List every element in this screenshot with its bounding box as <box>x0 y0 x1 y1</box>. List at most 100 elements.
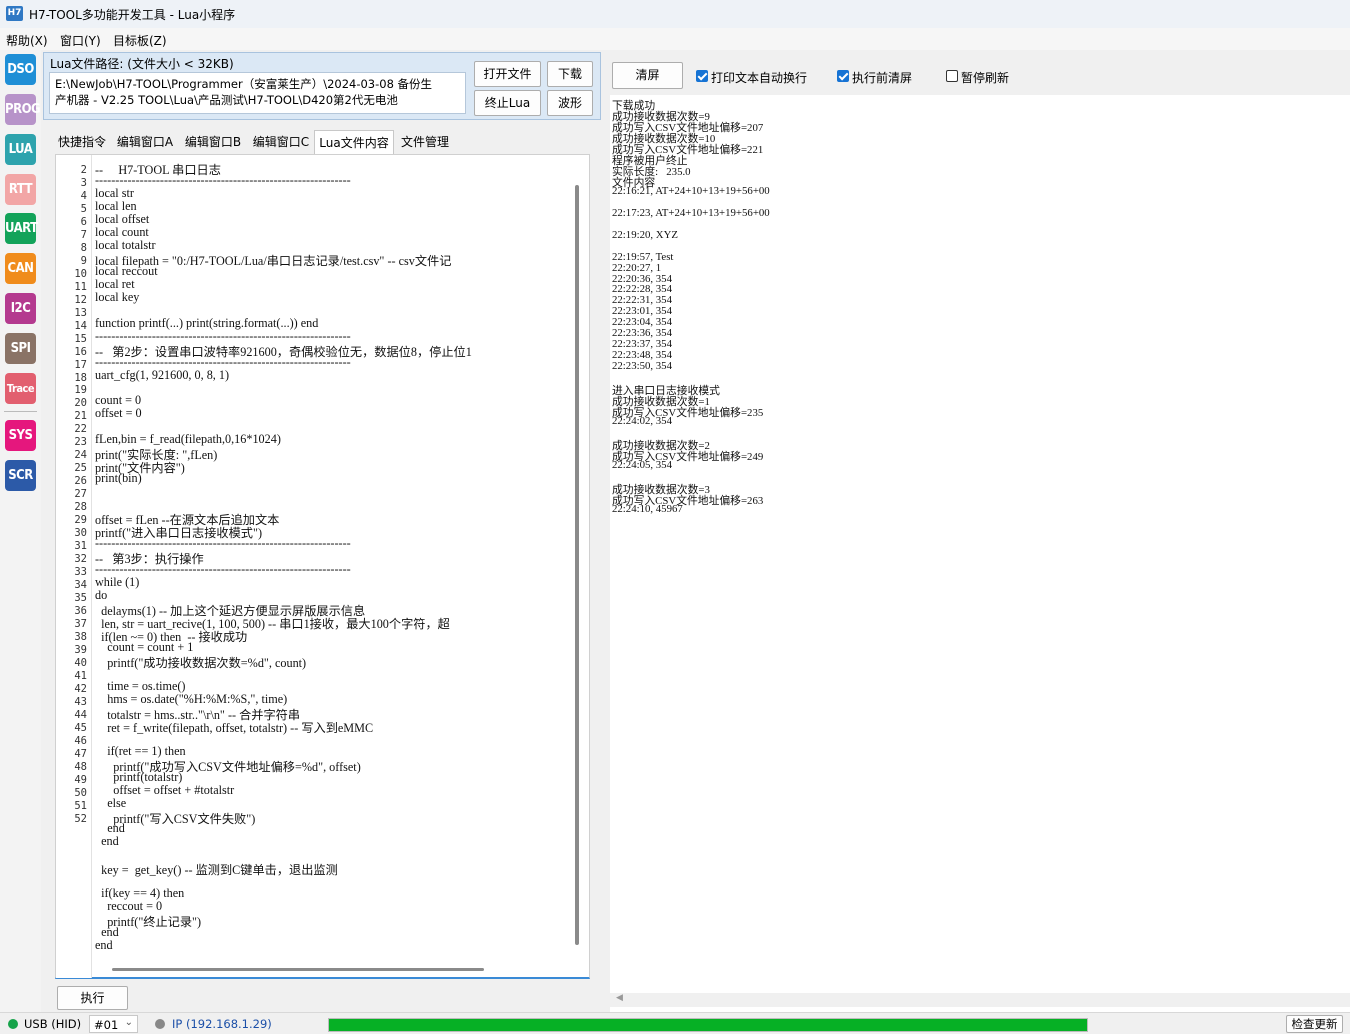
line-number: 21 <box>74 410 87 423</box>
waveform-button[interactable]: 波形 <box>547 90 593 116</box>
sidebar-sys-button[interactable]: SYS <box>5 420 36 451</box>
sidebar-lua-button[interactable]: LUA <box>5 134 36 165</box>
ip-status-dot-icon <box>155 1019 165 1029</box>
tab-edit-window-a[interactable]: 编辑窗口A <box>114 130 176 154</box>
file-path-field[interactable]: E:\NewJob\H7-TOOL\Programmer（安富莱生产）\2024… <box>49 72 466 114</box>
line-number: 50 <box>74 786 87 799</box>
code-line: end <box>95 834 119 849</box>
log-line: 22:19:20, XYZ <box>612 228 678 241</box>
line-number: 32 <box>74 553 87 566</box>
line-number: 13 <box>74 306 87 319</box>
line-number: 3 <box>80 176 87 189</box>
pause-refresh-checkbox[interactable] <box>946 70 958 82</box>
tab-lua-file-content[interactable]: Lua文件内容 <box>314 130 394 154</box>
clear-screen-button[interactable]: 清屏 <box>612 62 683 89</box>
file-path-label: Lua文件路径: (文件大小 < 32KB) <box>50 57 234 71</box>
line-number: 8 <box>80 241 87 254</box>
line-number: 38 <box>74 630 87 643</box>
line-number: 37 <box>74 617 87 630</box>
log-line: 22:16:21, AT+24+10+13+19+56+00 <box>612 184 770 197</box>
line-number: 19 <box>74 384 87 397</box>
line-number: 4 <box>80 189 87 202</box>
clear-before-run-checkbox[interactable] <box>837 70 849 82</box>
menu-target-board[interactable]: 目标板(Z) <box>113 32 167 49</box>
scroll-left-arrow-icon[interactable]: ◀ <box>616 993 623 1003</box>
sidebar-prog-button[interactable]: PROG <box>5 94 41 125</box>
editor-horizontal-scrollbar[interactable] <box>112 968 484 971</box>
line-number: 16 <box>74 345 87 358</box>
sidebar-rtt-button[interactable]: RTT <box>5 174 36 205</box>
line-number: 41 <box>74 669 87 682</box>
code-line: offset = 0 <box>95 406 142 421</box>
log-line: 22:23:50, 354 <box>612 360 672 373</box>
app-logo-icon: H7 <box>6 6 23 21</box>
tab-edit-window-c[interactable]: 编辑窗口C <box>250 130 312 154</box>
line-number: 6 <box>80 215 87 228</box>
window-title: H7-TOOL多功能开发工具 - Lua小程序 <box>29 8 236 22</box>
line-number: 44 <box>74 708 87 721</box>
line-number: 29 <box>74 514 87 527</box>
line-number: 2 <box>80 164 87 176</box>
title-bar: H7 H7-TOOL多功能开发工具 - Lua小程序 <box>0 0 1350 28</box>
line-number: 27 <box>74 488 87 501</box>
line-number: 10 <box>74 267 87 280</box>
sidebar-scr-button[interactable]: SCR <box>5 460 36 491</box>
chevron-down-icon: ⌄ <box>124 1017 133 1028</box>
log-line: 22:24:10, 45967 <box>612 502 683 515</box>
line-number: 12 <box>74 293 87 306</box>
output-horizontal-scrollbar[interactable]: ◀ <box>610 993 1350 1007</box>
usb-status-dot-icon <box>8 1019 18 1029</box>
open-file-button[interactable]: 打开文件 <box>474 61 541 87</box>
auto-wrap-checkbox[interactable] <box>696 70 708 82</box>
check-update-button[interactable]: 检查更新 <box>1286 1015 1343 1033</box>
ip-status: IP (192.168.1.29) <box>172 1017 272 1031</box>
line-number: 31 <box>74 540 87 553</box>
file-path-line-1: E:\NewJob\H7-TOOL\Programmer（安富莱生产）\2024… <box>55 77 433 91</box>
line-number: 35 <box>74 592 87 604</box>
line-number: 14 <box>74 319 87 332</box>
line-number: 36 <box>74 604 87 617</box>
sidebar-spi-button[interactable]: SPI <box>5 333 36 364</box>
menu-bar: 帮助(X) 窗口(Y) 目标板(Z) <box>0 28 1350 50</box>
stop-lua-button[interactable]: 终止Lua <box>474 90 541 116</box>
tab-edit-window-b[interactable]: 编辑窗口B <box>182 130 244 154</box>
line-number: 45 <box>74 721 87 734</box>
device-select[interactable]: #01 ⌄ <box>89 1015 138 1033</box>
line-number: 23 <box>74 436 87 449</box>
code-area[interactable]: -- H7-TOOL 串口日志 -------------------------… <box>95 160 571 960</box>
line-number: 11 <box>74 280 87 293</box>
tab-file-management[interactable]: 文件管理 <box>398 130 452 154</box>
clear-before-run-label: 执行前清屏 <box>852 71 913 85</box>
line-number: 20 <box>74 397 87 410</box>
code-line: end <box>95 938 113 953</box>
line-number: 39 <box>74 643 87 656</box>
line-number: 40 <box>74 656 87 669</box>
line-number: 34 <box>74 579 87 592</box>
sidebar-divider <box>4 411 37 412</box>
progress-bar <box>328 1018 1088 1032</box>
line-number: 52 <box>74 812 87 825</box>
progress-bar-fill <box>329 1019 1087 1031</box>
line-number: 22 <box>74 423 87 436</box>
download-button[interactable]: 下载 <box>547 61 593 87</box>
auto-wrap-label: 打印文本自动换行 <box>711 71 808 85</box>
sidebar-trace-button[interactable]: Trace <box>5 373 36 404</box>
sidebar-uart-button[interactable]: UART <box>5 213 38 244</box>
menu-help[interactable]: 帮助(X) <box>6 32 48 49</box>
code-editor[interactable]: 2 3 4 5 6 7 8 9 10 11 12 13 14 15 16 17 18 19 20 21 22 23 24 25… <box>55 154 590 979</box>
sidebar-can-button[interactable]: CAN <box>5 253 36 284</box>
log-line: 22:24:02, 354 <box>612 415 672 428</box>
tab-quick-commands[interactable]: 快捷指令 <box>55 130 109 154</box>
line-number: 28 <box>74 501 87 514</box>
line-number: 26 <box>74 475 87 488</box>
line-number: 48 <box>74 760 87 773</box>
editor-vertical-scrollbar[interactable] <box>575 185 579 945</box>
line-number: 18 <box>74 371 87 384</box>
sidebar-dso-button[interactable]: DSO <box>5 54 36 85</box>
line-number: 43 <box>74 695 87 708</box>
sidebar-i2c-button[interactable]: I2C <box>5 293 36 324</box>
run-button[interactable]: 执行 <box>57 986 128 1010</box>
menu-window[interactable]: 窗口(Y) <box>60 32 101 49</box>
line-number: 42 <box>74 682 87 695</box>
line-number: 9 <box>80 254 87 267</box>
